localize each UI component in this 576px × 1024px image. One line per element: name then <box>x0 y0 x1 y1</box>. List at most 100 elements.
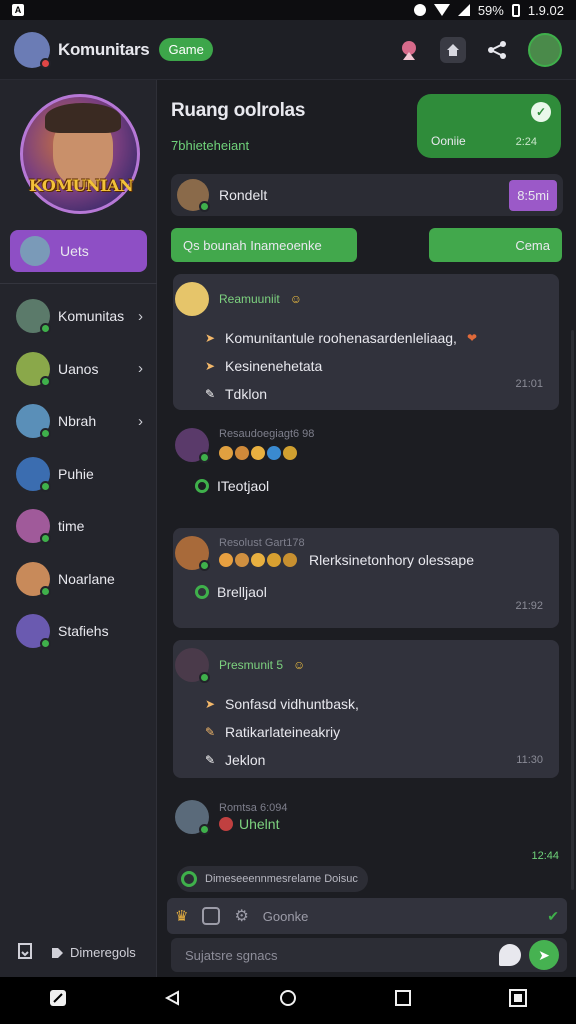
message-line: Komunitantule roohenasardenleliaag, <box>225 330 457 346</box>
sidebar-item-active[interactable]: Uets <box>10 230 147 272</box>
avatar <box>175 648 210 683</box>
check-icon <box>181 871 197 887</box>
avatar <box>16 614 51 650</box>
gear-icon[interactable]: ⚙ <box>234 906 248 926</box>
sidebar-item[interactable]: Puhie <box>0 448 157 501</box>
message-card: Reamuuniit ☺ ➤ Komunitantule roohenasarde… <box>173 274 559 410</box>
reaction-icon[interactable] <box>195 479 209 493</box>
back-icon[interactable] <box>161 989 185 1012</box>
reaction-icon <box>219 817 233 831</box>
chat-panel: Ruang oolrolas 7bhieteheiant ✓ Ooniie 2:… <box>157 80 576 977</box>
recents-icon[interactable] <box>391 989 415 1012</box>
battery-percent: 59% <box>477 2 504 18</box>
app-header: Komunitars Game <box>0 20 576 80</box>
settings-link[interactable]: Dimeregols <box>50 945 136 960</box>
avatar <box>16 404 51 440</box>
crown-icon[interactable]: ♛ <box>175 907 188 925</box>
sticker-icon[interactable] <box>499 944 521 966</box>
sidebar-item-label: Stafiehs <box>58 623 109 640</box>
clock: 1.9.02 <box>527 2 564 18</box>
game-chip[interactable]: Game <box>159 38 213 61</box>
copy-icon[interactable] <box>202 907 221 925</box>
pencil-icon: ✎ <box>205 725 216 739</box>
page-title: Komunitars <box>58 39 150 59</box>
profile-avatar[interactable] <box>528 32 562 67</box>
message-line: Kesinenehetata <box>225 358 323 374</box>
avatar <box>20 236 50 266</box>
user-avatar[interactable] <box>14 31 51 69</box>
sidebar-item-label: Komunitas <box>58 308 125 325</box>
sidebar-item[interactable]: Uanos › <box>0 343 157 396</box>
online-label: Ooniie <box>431 134 466 148</box>
message-author: Presmunit 5 <box>219 658 284 672</box>
pencil-icon: ✎ <box>205 753 216 767</box>
reaction-icon[interactable] <box>195 585 209 599</box>
sidebar: KOMUNIAN Uets Komunitas › Uanos › Nbrah › Puhi… <box>0 80 157 977</box>
message-line: Tdklon <box>225 386 268 402</box>
sidebar-item-label: Noarlane <box>58 570 115 587</box>
message-line: Sonfasd vidhuntbask, <box>225 696 359 712</box>
message-item: Resaudoegiagt6 98 ITeotjaol <box>173 420 559 510</box>
scrollbar[interactable] <box>571 330 574 890</box>
message-author: Reamuuniit <box>219 292 280 306</box>
message-text: Rlerksinetonhory olessape <box>309 552 474 568</box>
sidebar-item[interactable]: time <box>0 500 157 553</box>
tag-icon <box>52 947 63 958</box>
sidebar-item[interactable]: Noarlane <box>0 553 157 606</box>
sidebar-item-label: time <box>58 518 85 535</box>
sidebar-item-label: Puhie <box>58 465 94 482</box>
smile-icon: ☺ <box>293 658 306 672</box>
join-button[interactable]: Qs bounah Inameoenke <box>171 228 357 262</box>
wifi-icon <box>433 4 450 16</box>
message-card: Presmunit 5 ☺ ➤ Sonfasd vidhuntbask, ✎ Rat… <box>173 640 559 778</box>
avatar <box>16 351 51 387</box>
message-input[interactable] <box>185 947 499 963</box>
heart-icon: ❤ <box>466 331 478 345</box>
check-double-icon[interactable]: ✔ <box>547 908 559 925</box>
message-author: Romtsa 6:094 <box>219 802 288 814</box>
home-icon[interactable] <box>440 36 466 63</box>
sidebar-item[interactable]: Komunitas › <box>0 290 157 343</box>
sidebar-item[interactable]: Nbrah › <box>0 395 157 448</box>
sidebar-item[interactable]: Stafiehs <box>0 605 157 658</box>
composer-hint: Goonke <box>262 908 309 924</box>
share-icon[interactable] <box>484 37 510 63</box>
sidebar-item-label: Nbrah <box>58 413 97 430</box>
chevron-right-icon: › <box>138 360 143 378</box>
message-time: 12:44 <box>531 850 559 862</box>
emoji-row <box>219 551 299 569</box>
sidebar-item-label: Uanos <box>58 360 99 377</box>
bookmark-icon[interactable] <box>16 942 34 963</box>
notification-icon: A <box>12 4 24 16</box>
app-switcher-icon[interactable] <box>506 989 530 1012</box>
battery-icon <box>511 3 520 17</box>
avatar <box>175 282 209 316</box>
message-time: 11:30 <box>516 754 543 766</box>
message-author: Resaudoegiagt6 98 <box>219 428 315 440</box>
message-text: Uhelnt <box>239 816 280 832</box>
pinned-member[interactable]: Rondelt 8:5mi <box>171 174 563 216</box>
chevron-right-icon: › <box>138 412 143 430</box>
character-icon[interactable] <box>396 37 422 63</box>
pencil-icon: ➤ <box>205 697 216 711</box>
cema-button[interactable]: Cema <box>429 228 562 262</box>
settings-label: Dimeregols <box>70 945 136 960</box>
avatar <box>177 179 210 212</box>
status-bar: A 59% 1.9.02 <box>0 0 576 20</box>
home-nav-icon[interactable] <box>276 989 300 1012</box>
alarm-icon <box>413 4 426 16</box>
send-button[interactable]: ➤ <box>529 940 559 970</box>
community-hero-image <box>20 94 140 214</box>
compose-icon[interactable] <box>46 989 70 1012</box>
message-time: 21:92 <box>515 600 543 612</box>
sidebar-list: Komunitas › Uanos › Nbrah › Puhie time Noarlane S… <box>0 290 157 658</box>
message-line: Jeklon <box>225 752 266 768</box>
signal-icon <box>457 4 470 16</box>
online-time: 2:24 <box>515 136 537 148</box>
online-status-card[interactable]: ✓ Ooniie 2:24 <box>417 94 561 158</box>
message-line: Ratikarlateineakriy <box>225 724 341 740</box>
message-author: Resolust Gart178 <box>219 537 305 549</box>
system-pill-text: Dimeseeennmesrelame Doisuc <box>205 873 358 885</box>
divider <box>0 283 157 284</box>
avatar <box>16 509 51 545</box>
